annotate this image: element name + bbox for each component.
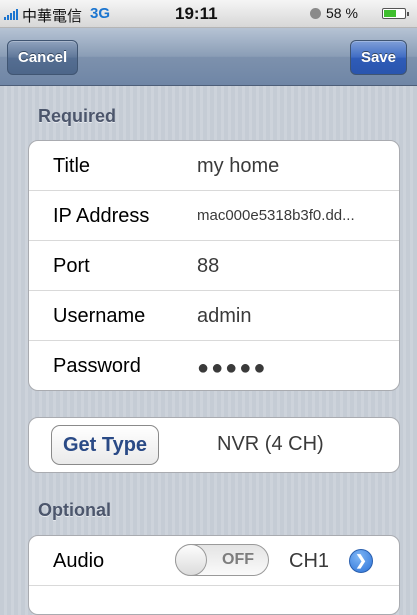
title-field[interactable]: my home <box>197 155 279 178</box>
audio-label: Audio <box>53 550 105 572</box>
save-button[interactable]: Save <box>349 40 407 75</box>
section-header-required: Required <box>38 106 117 126</box>
password-label: Password <box>53 355 141 377</box>
navigation-bar: Cancel Save <box>0 28 417 86</box>
ip-address-label: IP Address <box>53 205 150 227</box>
status-bar: 中華電信 3G 19:11 58 % <box>0 0 417 28</box>
username-field[interactable]: admin <box>197 305 251 328</box>
username-row[interactable]: Username admin <box>29 291 399 341</box>
device-type-value: NVR (4 CH) <box>217 433 324 455</box>
ip-address-field[interactable]: mac000e5318b3f0.dd... <box>197 207 355 224</box>
rotation-lock-icon <box>310 8 321 19</box>
carrier-name: 中華電信 <box>22 8 83 25</box>
password-row[interactable]: Password ●●●●● <box>29 341 399 390</box>
section-header-optional: Optional <box>38 500 111 520</box>
audio-toggle[interactable]: OFF <box>175 544 269 576</box>
audio-row: Audio OFF CH1 ❯ <box>29 536 399 586</box>
network-type: 3G <box>90 5 111 22</box>
detail-disclosure-icon[interactable]: ❯ <box>349 549 373 573</box>
ip-address-row[interactable]: IP Address mac000e5318b3f0.dd... <box>29 191 399 241</box>
port-field[interactable]: 88 <box>197 255 219 278</box>
get-type-button[interactable]: Get Type <box>51 425 159 465</box>
next-optional-row[interactable] <box>29 586 399 614</box>
signal-strength-icon <box>4 9 20 20</box>
audio-channel-value: CH1 <box>289 550 330 572</box>
battery-icon <box>382 8 409 19</box>
optional-settings-group: Audio OFF CH1 ❯ <box>28 535 400 615</box>
title-label: Title <box>53 155 91 177</box>
toggle-state-label: OFF <box>222 551 254 568</box>
port-label: Port <box>53 255 90 277</box>
required-settings-group: Title my home IP Address mac000e5318b3f0… <box>28 140 400 391</box>
title-row[interactable]: Title my home <box>29 141 399 191</box>
username-label: Username <box>53 305 146 327</box>
device-type-group: Get Type NVR (4 CH) <box>28 417 400 473</box>
toggle-knob <box>175 544 207 576</box>
password-field[interactable]: ●●●●● <box>197 357 267 380</box>
battery-percent: 58 % <box>326 5 358 21</box>
clock: 19:11 <box>175 4 218 23</box>
cancel-button[interactable]: Cancel <box>7 40 79 75</box>
port-row[interactable]: Port 88 <box>29 241 399 291</box>
